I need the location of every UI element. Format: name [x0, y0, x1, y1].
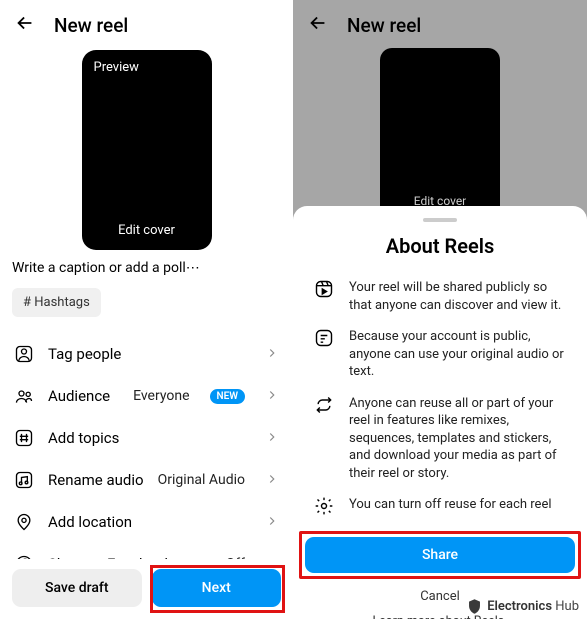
- page-title: New reel: [347, 14, 421, 37]
- option-label: Audience: [48, 387, 119, 405]
- chevron-right-icon: [265, 429, 279, 448]
- option-rename-audio[interactable]: Rename audio Original Audio: [0, 459, 293, 501]
- option-audience[interactable]: Audience Everyone NEW: [0, 375, 293, 417]
- people-icon: [14, 386, 34, 406]
- option-tag-people[interactable]: Tag people: [0, 333, 293, 375]
- chevron-right-icon: [265, 387, 279, 406]
- option-label: Rename audio: [48, 471, 144, 489]
- hash-icon: [14, 428, 34, 448]
- sheet-title: About Reels: [293, 234, 587, 258]
- edit-cover-button[interactable]: Edit cover: [82, 223, 212, 238]
- header: New reel: [0, 0, 293, 46]
- screen-about-reels: New reel Edit cover About Reels Your ree…: [293, 0, 587, 619]
- about-text: Your reel will be shared publicly so tha…: [349, 279, 567, 314]
- option-value: Original Audio: [158, 472, 245, 488]
- reel-preview: Edit cover: [380, 48, 500, 218]
- back-arrow-icon[interactable]: [14, 12, 36, 38]
- person-icon: [14, 344, 34, 364]
- next-button[interactable]: Next: [152, 569, 282, 607]
- shield-icon: [467, 598, 482, 615]
- location-icon: [14, 512, 34, 532]
- about-text: Anyone can reuse all or part of your ree…: [349, 395, 567, 483]
- share-button[interactable]: Share: [305, 537, 575, 573]
- chevron-right-icon: [265, 345, 279, 364]
- learn-more-link[interactable]: Learn more about Reels.: [293, 614, 587, 619]
- bottom-sheet: About Reels Your reel will be shared pub…: [293, 206, 587, 619]
- about-item: Anyone can reuse all or part of your ree…: [293, 388, 587, 490]
- about-item: Because your account is public, anyone c…: [293, 321, 587, 388]
- about-text: Because your account is public, anyone c…: [349, 328, 567, 381]
- bottom-bar: Save draft Next: [0, 559, 293, 619]
- option-value: Everyone: [133, 388, 189, 404]
- about-item: Your reel will be shared publicly so tha…: [293, 272, 587, 321]
- screen-new-reel: New reel Preview Edit cover Write a capt…: [0, 0, 293, 619]
- back-arrow-icon[interactable]: [307, 12, 329, 38]
- page-title: New reel: [54, 14, 128, 37]
- option-add-location[interactable]: Add location: [0, 501, 293, 543]
- header: New reel: [293, 0, 587, 46]
- caption-placeholder: Write a caption or add a poll: [12, 260, 186, 276]
- gear-icon: [313, 496, 335, 518]
- preview-container: Preview Edit cover: [0, 50, 293, 250]
- option-label: Tag people: [48, 345, 251, 363]
- reels-icon: [313, 279, 335, 301]
- about-item: You can turn off reuse for each reel: [293, 489, 587, 525]
- option-label: Add topics: [48, 429, 251, 447]
- sheet-grabber[interactable]: [423, 218, 457, 222]
- reel-preview[interactable]: Preview Edit cover: [82, 50, 212, 250]
- highlight-box: Share: [299, 531, 581, 579]
- option-label: Add location: [48, 513, 251, 531]
- audio-icon: [14, 470, 34, 490]
- caption-input[interactable]: Write a caption or add a poll⋯: [0, 250, 293, 282]
- more-icon[interactable]: ⋯: [186, 260, 201, 276]
- new-badge: NEW: [210, 389, 246, 404]
- remix-icon: [313, 395, 335, 417]
- save-draft-button[interactable]: Save draft: [12, 569, 142, 607]
- preview-label: Preview: [94, 60, 139, 75]
- watermark: Electronics Hub: [467, 598, 579, 615]
- chevron-right-icon: [265, 513, 279, 532]
- audio-text-icon: [313, 328, 335, 350]
- option-add-topics[interactable]: Add topics: [0, 417, 293, 459]
- chevron-right-icon: [265, 471, 279, 490]
- hashtags-button[interactable]: # Hashtags: [12, 288, 101, 317]
- options-list: Tag people Audience Everyone NEW Add top…: [0, 333, 293, 585]
- about-text: You can turn off reuse for each reel: [349, 496, 552, 518]
